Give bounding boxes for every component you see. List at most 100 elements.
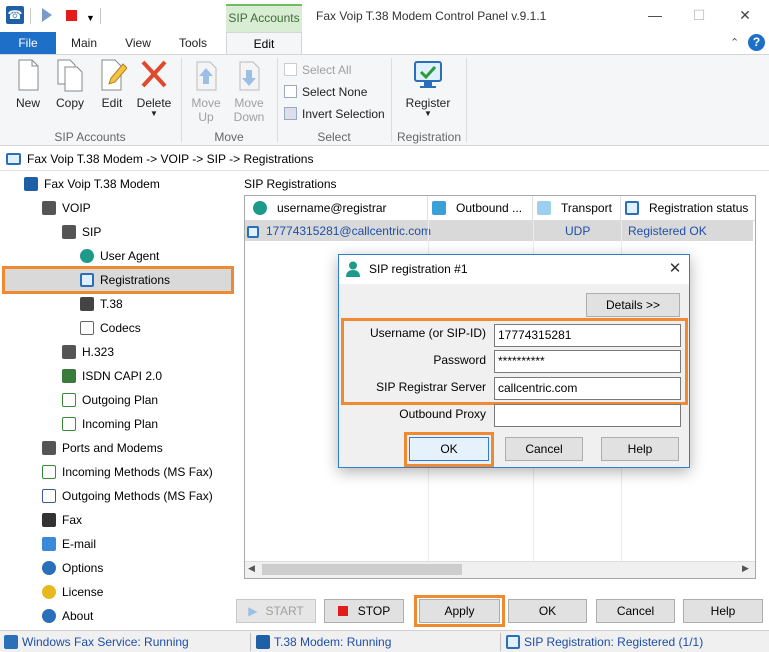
tab-file[interactable]: File xyxy=(0,32,56,54)
move-up-icon xyxy=(191,58,221,92)
username-field[interactable]: 17774315281 xyxy=(494,324,681,347)
tab-tools[interactable]: Tools xyxy=(172,32,214,54)
tree-item-h323[interactable]: H.323 xyxy=(62,340,114,364)
apply-button[interactable]: Apply xyxy=(419,599,500,623)
dialog-help-button[interactable]: Help xyxy=(601,437,679,461)
status-separator xyxy=(250,633,251,651)
cancel-button[interactable]: Cancel xyxy=(596,599,675,623)
stop-button[interactable]: STOP xyxy=(324,599,404,623)
invert-selection-button[interactable]: Invert Selection xyxy=(284,103,385,125)
tree-item-sip[interactable]: SIP xyxy=(62,220,101,244)
dialog-close-icon[interactable]: ✕ xyxy=(664,258,686,280)
new-button[interactable]: New xyxy=(8,58,48,110)
scroll-left-icon[interactable]: ◀ xyxy=(248,563,255,574)
maximize-button[interactable]: ☐ xyxy=(676,2,722,30)
start-button[interactable]: ▶ START xyxy=(236,599,316,623)
tree-item-user-agent[interactable]: User Agent xyxy=(80,244,159,268)
tree-item-fax[interactable]: Fax xyxy=(42,508,82,532)
dialog-title: SIP registration #1 xyxy=(339,255,689,284)
user-icon xyxy=(346,261,360,277)
breadcrumb-text: Fax Voip T.38 Modem -> VOIP -> SIP -> Re… xyxy=(27,152,314,166)
tree-item-codecs[interactable]: Codecs xyxy=(80,316,141,340)
tree-item-registrations[interactable]: Registrations xyxy=(80,268,170,292)
select-none-button[interactable]: Select None xyxy=(284,81,385,103)
tree-item-t38[interactable]: T.38 xyxy=(80,292,123,316)
tree-item-ports-and-modems[interactable]: Ports and Modems xyxy=(42,436,163,460)
invert-selection-icon xyxy=(284,107,297,120)
status-sip-text: SIP Registration: Registered (1/1) xyxy=(524,635,704,649)
tree-item-label: User Agent xyxy=(100,249,160,263)
user-icon xyxy=(80,249,94,263)
tab-main[interactable]: Main xyxy=(64,32,104,54)
edit-label: Edit xyxy=(101,96,123,110)
delete-button[interactable]: Delete ▼ xyxy=(134,58,174,118)
column-header-outbound[interactable]: Outbound ... xyxy=(428,196,533,221)
table-row[interactable]: 17774315281@callcentric.com UDP Register… xyxy=(245,221,753,241)
chevron-down-icon: ▼ xyxy=(424,109,432,118)
tree-item-isdn-capi[interactable]: ISDN CAPI 2.0 xyxy=(62,364,162,388)
move-down-button[interactable]: Move Down xyxy=(228,58,270,124)
copy-button[interactable]: Copy xyxy=(50,58,90,110)
scrollbar-thumb[interactable] xyxy=(262,564,462,575)
tree-item-about[interactable]: About xyxy=(42,604,93,628)
tree-item-outgoing-plan[interactable]: Outgoing Plan xyxy=(62,388,158,412)
stop-icon xyxy=(337,606,348,616)
ok-button[interactable]: OK xyxy=(508,599,587,623)
column-header-transport[interactable]: Transport xyxy=(533,196,621,221)
tab-view[interactable]: View xyxy=(118,32,158,54)
column-header-username[interactable]: username@registrar xyxy=(245,196,428,221)
column-header-status[interactable]: Registration status xyxy=(621,196,755,221)
tab-edit[interactable]: Edit xyxy=(226,32,302,55)
close-button[interactable]: ✕ xyxy=(722,2,768,30)
select-all-button[interactable]: Select All xyxy=(284,59,385,81)
cell-transport: UDP xyxy=(565,224,591,238)
stop-icon[interactable] xyxy=(66,10,77,21)
breadcrumb: Fax Voip T.38 Modem -> VOIP -> SIP -> Re… xyxy=(0,147,769,171)
tree-item-label: T.38 xyxy=(100,297,123,311)
scroll-right-icon[interactable]: ▶ xyxy=(742,563,749,574)
select-group: Select All Select None Invert Selection xyxy=(284,59,385,125)
new-document-icon xyxy=(13,58,43,92)
register-button[interactable]: Register ▼ xyxy=(402,58,454,118)
move-up-button[interactable]: Move Up xyxy=(186,58,226,124)
password-label: Password xyxy=(433,353,486,367)
move-down-icon xyxy=(234,58,264,92)
registrar-field[interactable]: callcentric.com xyxy=(494,377,681,400)
group-separator xyxy=(466,58,467,142)
help-icon[interactable]: ? xyxy=(748,34,765,51)
phone-icon[interactable]: ☎ xyxy=(6,6,24,24)
tree-item-email[interactable]: E-mail xyxy=(42,532,96,556)
tree-item-incoming-plan[interactable]: Incoming Plan xyxy=(62,412,158,436)
tree-item-license[interactable]: License xyxy=(42,580,103,604)
tree-item-label: Registrations xyxy=(100,273,171,287)
tree-item-label: H.323 xyxy=(82,345,115,359)
tree-item-outgoing-methods[interactable]: Outgoing Methods (MS Fax) xyxy=(42,484,213,508)
tree-item-incoming-methods[interactable]: Incoming Methods (MS Fax) xyxy=(42,460,213,484)
voip-phone-icon xyxy=(42,201,56,215)
play-icon[interactable] xyxy=(42,8,52,22)
monitor-icon xyxy=(80,273,94,287)
edit-button[interactable]: Edit xyxy=(92,58,132,110)
chevron-down-icon[interactable]: ▼ xyxy=(86,13,95,23)
password-field[interactable]: ********** xyxy=(494,350,681,373)
dialog-cancel-button[interactable]: Cancel xyxy=(505,437,583,461)
tree-item-label: Incoming Methods (MS Fax) xyxy=(62,465,213,479)
cell-status: Registered OK xyxy=(628,224,707,238)
select-none-icon xyxy=(284,85,297,98)
details-button[interactable]: Details >> xyxy=(586,293,680,317)
edit-pencil-icon xyxy=(97,58,128,92)
help-button[interactable]: Help xyxy=(683,599,763,623)
tree-item-voip[interactable]: VOIP xyxy=(42,196,91,220)
collapse-ribbon-icon[interactable]: ⌃ xyxy=(730,36,739,49)
outbound-proxy-field[interactable] xyxy=(494,404,681,427)
dialog-ok-button[interactable]: OK xyxy=(409,437,489,461)
invert-selection-label: Invert Selection xyxy=(302,107,385,121)
outbound-proxy-label: Outbound Proxy xyxy=(399,407,486,421)
navigation-tree: Fax Voip T.38 Modem VOIP SIP User Agent … xyxy=(0,172,234,628)
status-separator xyxy=(500,633,501,651)
minimize-button[interactable]: — xyxy=(632,2,678,30)
move-up-label-line1: Move xyxy=(191,96,221,110)
tree-item-fax-voip-t38-modem[interactable]: Fax Voip T.38 Modem xyxy=(24,172,160,196)
column-header-label: Outbound ... xyxy=(456,201,523,215)
tree-item-options[interactable]: Options xyxy=(42,556,103,580)
